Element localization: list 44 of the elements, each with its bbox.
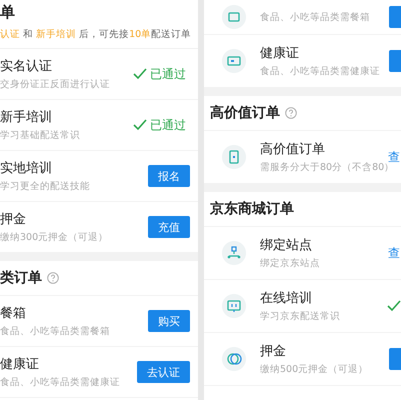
item-description: 学习基础配送常识 <box>0 129 81 142</box>
action-link[interactable]: 查 <box>388 148 400 166</box>
action-button[interactable]: 去认证 <box>137 361 190 383</box>
item-title: 实名认证 <box>0 58 53 75</box>
item-title: 健康证 <box>0 356 40 373</box>
item-title: 绑定站点 <box>260 237 313 254</box>
action-button[interactable] <box>389 6 401 28</box>
section-title: 单 <box>0 3 16 22</box>
item-title: 健康证 <box>260 45 300 62</box>
action-button[interactable]: 报名 <box>148 165 190 187</box>
action-button[interactable] <box>389 50 401 72</box>
check-icon <box>133 119 147 131</box>
item-description: 绑定京东站点 <box>260 257 321 270</box>
item-description: 交身份证正反面进行认证 <box>0 78 111 91</box>
item-description: 食品、小吃等品类需健康证 <box>260 65 381 78</box>
item-title: 在线培训 <box>260 290 313 307</box>
item-title: 新手培训 <box>0 109 53 126</box>
item-title: 押金 <box>0 211 27 228</box>
item-title: 高价值订单 <box>260 141 326 158</box>
section-title: 京东商城订单 <box>210 200 294 218</box>
item-description: 学习京东配送常识 <box>260 310 341 323</box>
item-description: 食品、小吃等品类需餐箱 <box>260 10 371 24</box>
intro-text: 认证 和 新手培训 后，可先接 10单配送订单 <box>0 28 192 41</box>
item-title: 押金 <box>260 343 287 360</box>
item-title: 实地培训 <box>0 160 53 177</box>
help-icon[interactable] <box>285 107 297 119</box>
status-text: 已通过 <box>150 116 186 134</box>
check-icon <box>387 300 401 312</box>
status-text: 已通过 <box>150 66 186 82</box>
action-button[interactable]: 充值 <box>148 216 190 238</box>
item-description: 需服务分大于80分（不含80） <box>260 162 388 174</box>
item-description: 学习更全的配送技能 <box>0 180 91 193</box>
section-title: 高价值订单 <box>210 104 280 122</box>
item-description: 缴纳500元押金（可退） <box>260 363 370 376</box>
item-title: 餐箱 <box>0 305 27 322</box>
action-button[interactable] <box>389 348 401 370</box>
help-icon[interactable] <box>47 272 59 284</box>
action-button[interactable]: 购买 <box>148 310 190 332</box>
item-description: 食品、小吃等品类需餐箱 <box>0 325 111 338</box>
check-icon <box>133 68 147 80</box>
action-link[interactable]: 查 <box>388 244 400 262</box>
item-description: 缴纳300元押金（可退） <box>0 231 110 244</box>
item-description: 食品、小吃等品类需健康证 <box>0 376 121 389</box>
section-title: 类订单 <box>0 269 42 287</box>
